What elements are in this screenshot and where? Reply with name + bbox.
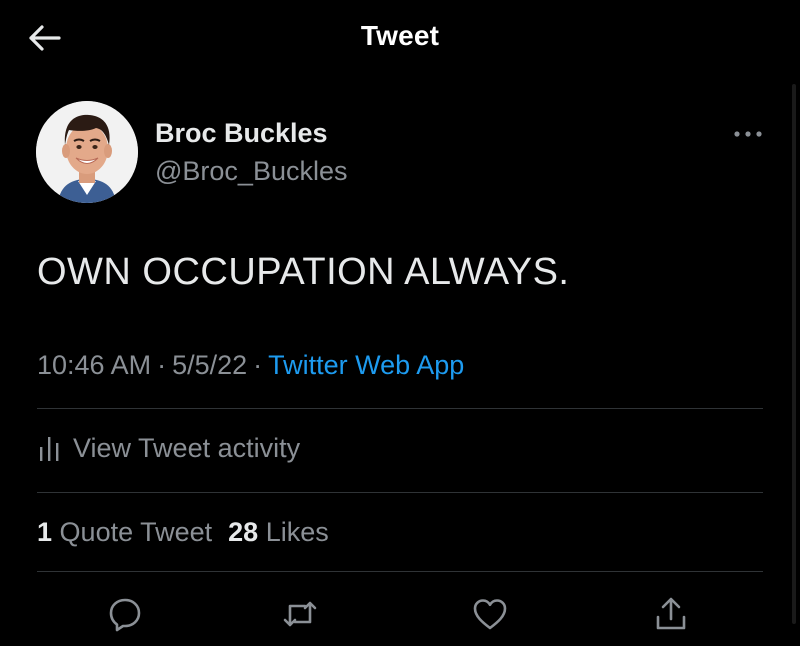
like-icon [473,599,507,630]
tweet-meta: 10:46 AM · 5/5/22 · Twitter Web App [37,350,464,381]
tweet-text: OWN OCCUPATION ALWAYS. [37,251,570,293]
retweet-icon [283,601,317,627]
likes-count: 28 [228,517,259,547]
engagement-stats: 1 Quote Tweet 28 Likes [37,517,329,548]
view-activity-link[interactable]: View Tweet activity [37,430,300,466]
divider [37,571,763,572]
divider [37,492,763,493]
like-button[interactable] [468,592,512,636]
quote-tweets-stat[interactable]: 1 Quote Tweet [37,517,212,547]
more-options-button[interactable] [728,122,768,146]
bar-chart-icon [40,437,59,461]
avatar[interactable] [36,101,138,203]
more-horizontal-icon [734,131,762,137]
top-bar: Tweet [0,0,800,78]
quote-label: Quote Tweet [59,517,213,547]
author-name[interactable]: Broc Buckles [155,118,328,149]
retweet-button[interactable] [278,592,322,636]
meta-separator: · [157,350,167,380]
share-icon [656,597,686,630]
tweet-time[interactable]: 10:46 AM [37,350,151,380]
reply-icon [109,598,141,632]
divider [37,408,763,409]
scrollbar[interactable] [792,84,796,624]
meta-separator: · [253,350,263,380]
avatar-image [36,101,138,203]
quote-count: 1 [37,517,53,547]
reply-button[interactable] [103,592,147,636]
author-handle[interactable]: @Broc_Buckles [155,156,347,187]
tweet-source-link[interactable]: Twitter Web App [268,350,464,380]
tweet-date[interactable]: 5/5/22 [172,350,247,380]
page-title: Tweet [360,20,440,51]
view-activity-label: View Tweet activity [73,432,301,463]
likes-label: Likes [265,517,329,547]
likes-stat[interactable]: 28 Likes [228,517,329,547]
share-button[interactable] [649,592,693,636]
